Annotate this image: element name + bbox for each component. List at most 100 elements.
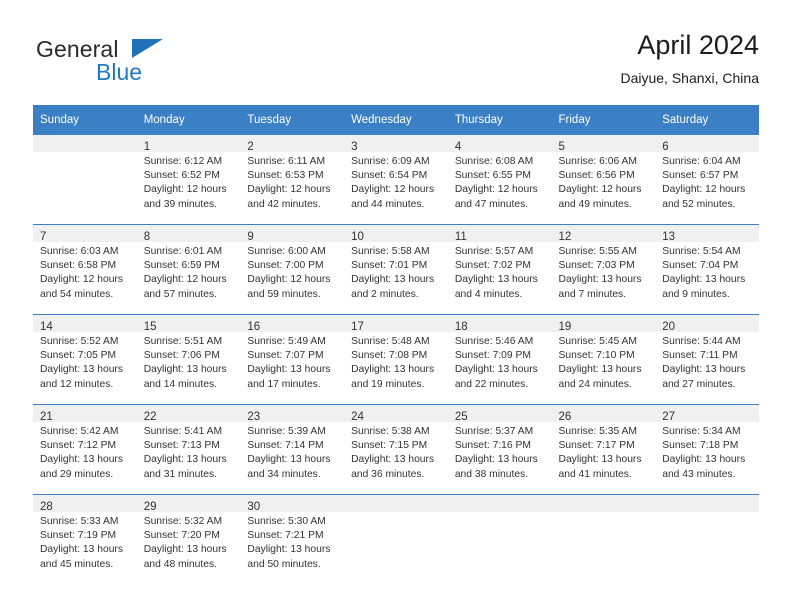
calendar-day-cell[interactable]: 30 Sunrise: 5:30 AM Sunset: 7:21 PM Dayligh… (240, 494, 345, 584)
calendar-day-cell[interactable]: 29 Sunrise: 5:32 AM Sunset: 7:20 PM Dayligh… (136, 494, 241, 584)
daylight-text-line2: and 54 minutes. (40, 288, 114, 300)
sunrise-text: Sunrise: 6:00 AM (247, 246, 326, 257)
calendar-day-cell[interactable]: 25 Sunrise: 5:37 AM Sunset: 7:16 PM Dayligh… (447, 404, 552, 494)
calendar-day-cell[interactable]: 14 Sunrise: 5:52 AM Sunset: 7:05 PM Dayligh… (33, 314, 137, 404)
daylight-text-line1: Daylight: 13 hours (247, 544, 331, 556)
calendar-day-cell[interactable]: 21 Sunrise: 5:42 AM Sunset: 7:12 PM Dayligh… (33, 404, 137, 494)
sunrise-text: Sunrise: 5:39 AM (247, 426, 326, 437)
daylight-text-line2: and 14 minutes. (143, 378, 217, 390)
weekday-header-sunday: Sunday (33, 105, 137, 134)
calendar-day-cell[interactable]: 22 Sunrise: 5:41 AM Sunset: 7:13 PM Dayligh… (136, 404, 241, 494)
calendar-day-cell[interactable]: 18 Sunrise: 5:46 AM Sunset: 7:09 PM Dayligh… (447, 314, 552, 404)
weekday-header-saturday: Saturday (655, 105, 759, 134)
calendar-day-cell[interactable]: 24 Sunrise: 5:38 AM Sunset: 7:15 PM Dayligh… (344, 404, 448, 494)
day-number-band: 20 (655, 315, 759, 333)
day-cell-inner: 10 Sunrise: 5:58 AM Sunset: 7:01 PM Dayligh… (344, 224, 448, 314)
daylight-text-line2: and 41 minutes. (558, 468, 632, 480)
weekday-header-wednesday: Wednesday (344, 105, 448, 134)
sunset-text: Sunset: 7:12 PM (40, 440, 117, 452)
daylight-text-line2: and 4 minutes. (454, 288, 523, 300)
sunrise-text: Sunrise: 5:45 AM (558, 336, 637, 347)
day-cell-inner: 21 Sunrise: 5:42 AM Sunset: 7:12 PM Dayligh… (33, 404, 137, 494)
daylight-text-line2: and 29 minutes. (40, 468, 114, 480)
calendar-day-cell[interactable]: 1 Sunrise: 6:12 AM Sunset: 6:52 PM Daylight… (136, 134, 241, 224)
calendar-day-cell[interactable]: 11 Sunrise: 5:57 AM Sunset: 7:02 PM Dayligh… (447, 224, 552, 314)
sunset-text: Sunset: 6:57 PM (662, 170, 739, 182)
day-cell-inner: 23 Sunrise: 5:39 AM Sunset: 7:14 PM Dayligh… (240, 404, 345, 494)
sunset-text: Sunset: 6:58 PM (40, 260, 117, 272)
title-block: April 2024 Daiyue, Shanxi, China (620, 28, 759, 88)
calendar-day-cell[interactable]: 8 Sunrise: 6:01 AM Sunset: 6:59 PM Daylight… (136, 224, 241, 314)
calendar-day-cell[interactable]: 15 Sunrise: 5:51 AM Sunset: 7:06 PM Dayligh… (136, 314, 241, 404)
calendar-day-cell[interactable]: 28 Sunrise: 5:33 AM Sunset: 7:19 PM Dayligh… (33, 494, 137, 584)
calendar-day-cell[interactable]: 19 Sunrise: 5:45 AM Sunset: 7:10 PM Dayligh… (551, 314, 656, 404)
day-cell-inner: 8 Sunrise: 6:01 AM Sunset: 6:59 PM Daylight… (136, 224, 241, 314)
calendar-day-cell[interactable]: 3 Sunrise: 6:09 AM Sunset: 6:54 PM Daylight… (344, 134, 448, 224)
day-cell-inner (655, 494, 759, 584)
daylight-text-line1: Daylight: 13 hours (351, 364, 435, 376)
day-number-band (447, 495, 552, 512)
calendar-day-cell[interactable]: 4 Sunrise: 6:08 AM Sunset: 6:55 PM Daylight… (447, 134, 552, 224)
daylight-text-line2: and 27 minutes. (662, 378, 736, 390)
sunset-text: Sunset: 7:09 PM (454, 350, 531, 362)
sunset-text: Sunset: 7:11 PM (662, 350, 738, 362)
day-info: Sunrise: 5:54 AM Sunset: 7:04 PM Daylight:… (655, 242, 759, 302)
weekday-header-friday: Friday (551, 105, 656, 134)
calendar-day-cell[interactable]: 9 Sunrise: 6:00 AM Sunset: 7:00 PM Daylight… (240, 224, 345, 314)
day-info: Sunrise: 6:03 AM Sunset: 6:58 PM Daylight:… (33, 242, 137, 302)
day-cell-inner: 3 Sunrise: 6:09 AM Sunset: 6:54 PM Daylight… (344, 134, 448, 224)
calendar-day-cell[interactable]: 12 Sunrise: 5:55 AM Sunset: 7:03 PM Dayligh… (551, 224, 656, 314)
sunrise-text: Sunrise: 5:57 AM (454, 246, 534, 257)
day-number-band: 24 (344, 405, 448, 423)
calendar-day-cell[interactable]: 7 Sunrise: 6:03 AM Sunset: 6:58 PM Daylight… (33, 224, 137, 314)
day-info: Sunrise: 6:12 AM Sunset: 6:52 PM Daylight:… (137, 152, 241, 212)
day-cell-inner (33, 134, 137, 224)
day-number-band: 21 (33, 405, 137, 423)
daylight-text-line2: and 7 minutes. (558, 288, 627, 300)
day-cell-inner: 5 Sunrise: 6:06 AM Sunset: 6:56 PM Daylight… (551, 134, 656, 224)
sunrise-text: Sunrise: 5:38 AM (351, 426, 430, 437)
daylight-text-line1: Daylight: 13 hours (662, 274, 746, 286)
day-number: 14 (40, 321, 53, 333)
calendar-day-cell[interactable]: 17 Sunrise: 5:48 AM Sunset: 7:08 PM Dayligh… (344, 314, 448, 404)
calendar-day-cell[interactable]: 13 Sunrise: 5:54 AM Sunset: 7:04 PM Dayligh… (655, 224, 759, 314)
day-number-band: 16 (240, 315, 345, 333)
calendar-day-cell[interactable]: 26 Sunrise: 5:35 AM Sunset: 7:17 PM Dayligh… (551, 404, 656, 494)
calendar-day-cell[interactable]: 2 Sunrise: 6:11 AM Sunset: 6:53 PM Daylight… (240, 134, 345, 224)
day-info: Sunrise: 5:52 AM Sunset: 7:05 PM Daylight:… (33, 332, 137, 392)
day-number: 27 (662, 411, 676, 423)
calendar-day-cell[interactable]: 5 Sunrise: 6:06 AM Sunset: 6:56 PM Daylight… (551, 134, 656, 224)
day-cell-inner: 19 Sunrise: 5:45 AM Sunset: 7:10 PM Dayligh… (551, 314, 656, 404)
sunset-text: Sunset: 6:52 PM (143, 170, 220, 182)
sunset-text: Sunset: 7:05 PM (40, 350, 117, 362)
sunset-text: Sunset: 7:06 PM (143, 350, 220, 362)
daylight-text-line2: and 43 minutes. (662, 468, 736, 480)
calendar-day-cell[interactable]: 27 Sunrise: 5:34 AM Sunset: 7:18 PM Dayligh… (655, 404, 759, 494)
day-info: Sunrise: 5:49 AM Sunset: 7:07 PM Daylight:… (240, 332, 344, 392)
day-number: 18 (454, 321, 468, 333)
day-number: 11 (454, 231, 467, 243)
day-number-band: 18 (447, 315, 552, 333)
sunrise-text: Sunrise: 5:51 AM (143, 336, 223, 347)
day-cell-inner: 18 Sunrise: 5:46 AM Sunset: 7:09 PM Dayligh… (447, 314, 552, 404)
sunset-text: Sunset: 7:10 PM (558, 350, 635, 362)
calendar-day-cell[interactable]: 23 Sunrise: 5:39 AM Sunset: 7:14 PM Dayligh… (240, 404, 345, 494)
daylight-text-line1: Daylight: 13 hours (143, 364, 227, 376)
day-number: 26 (558, 411, 572, 423)
brand-logo[interactable]: General Blue (33, 28, 293, 90)
sunrise-text: Sunrise: 5:30 AM (247, 516, 326, 527)
sunset-text: Sunset: 6:55 PM (454, 170, 531, 182)
sunrise-text: Sunrise: 5:42 AM (40, 426, 119, 437)
calendar-day-cell[interactable]: 6 Sunrise: 6:04 AM Sunset: 6:57 PM Daylight… (655, 134, 759, 224)
day-number: 19 (558, 321, 572, 333)
sunset-text: Sunset: 6:53 PM (247, 170, 324, 182)
sunrise-text: Sunrise: 5:32 AM (143, 516, 223, 527)
sunset-text: Sunset: 7:07 PM (247, 350, 324, 362)
day-number-band: 19 (551, 315, 656, 333)
calendar-day-cell[interactable]: 20 Sunrise: 5:44 AM Sunset: 7:11 PM Dayligh… (655, 314, 759, 404)
sunset-text: Sunset: 7:16 PM (454, 440, 531, 452)
daylight-text-line1: Daylight: 13 hours (247, 364, 331, 376)
calendar-day-cell[interactable]: 10 Sunrise: 5:58 AM Sunset: 7:01 PM Dayligh… (344, 224, 448, 314)
daylight-text-line1: Daylight: 13 hours (40, 364, 123, 376)
calendar-day-cell[interactable]: 16 Sunrise: 5:49 AM Sunset: 7:07 PM Dayligh… (240, 314, 345, 404)
